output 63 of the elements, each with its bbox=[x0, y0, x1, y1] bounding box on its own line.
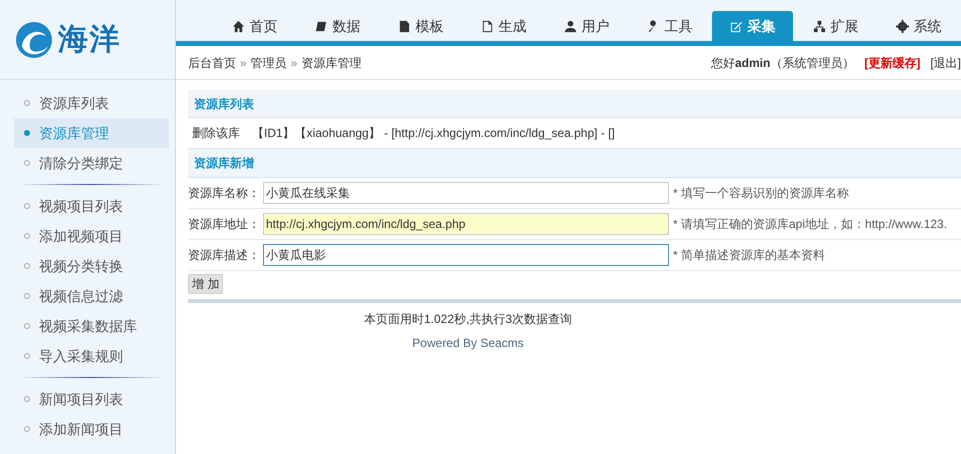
footer-text: 本页面用时1.022秒,共执行3次数据查询 bbox=[364, 311, 572, 328]
nav-tab[interactable]: 工具 bbox=[629, 11, 710, 41]
sitemap-icon bbox=[812, 20, 826, 32]
book-icon bbox=[314, 20, 328, 32]
field-label: 资源库描述： bbox=[188, 247, 260, 264]
breadcrumb-link[interactable]: 资源库管理 bbox=[301, 54, 362, 72]
text-field[interactable]: 小黄瓜在线采集 bbox=[263, 182, 669, 204]
breadcrumb-separator: » bbox=[290, 54, 298, 72]
bullet-icon bbox=[24, 233, 30, 239]
section-title: 资源库列表 bbox=[194, 96, 254, 112]
bullet-icon bbox=[24, 353, 30, 359]
user-icon bbox=[564, 20, 576, 32]
sidebar-item[interactable]: 添加视频项目 bbox=[14, 221, 169, 251]
sidebar-item[interactable]: 清除分类绑定 bbox=[14, 148, 169, 178]
source-entry: 【ID1】【xiaohuangg】 - [http://cj.xhgcjym.com/inc/ldg_sea.php] - [] bbox=[252, 125, 615, 142]
bullet-icon bbox=[24, 203, 30, 209]
bullet-icon bbox=[24, 293, 30, 299]
nav-tab[interactable]: 扩展 bbox=[795, 11, 876, 41]
refresh-cache-link[interactable]: [更新缓存] bbox=[864, 54, 920, 72]
nav-tab[interactable]: 生成 bbox=[463, 11, 544, 41]
bullet-icon bbox=[24, 323, 30, 329]
sidebar-item[interactable]: 资源库列表 bbox=[14, 88, 169, 118]
logout-link[interactable]: [退出] bbox=[930, 54, 961, 72]
text-field[interactable]: http://cj.xhgcjym.com/inc/ldg_sea.php bbox=[263, 213, 669, 235]
sidebar-item[interactable]: 视频信息过滤 bbox=[14, 281, 169, 311]
nav-tab[interactable]: 用户 bbox=[546, 11, 627, 41]
bullet-icon bbox=[24, 160, 30, 166]
breadcrumb-link[interactable]: 后台首页 bbox=[188, 54, 236, 72]
file-outline-icon bbox=[480, 20, 494, 32]
breadcrumb-link[interactable]: 管理员 bbox=[250, 54, 287, 72]
nav-tab[interactable]: 采集 bbox=[712, 11, 793, 41]
logo-icon bbox=[14, 20, 54, 60]
nav-tab[interactable]: 首页 bbox=[214, 11, 295, 41]
bullet-icon bbox=[24, 426, 30, 432]
text-field[interactable]: 小黄瓜电影 bbox=[263, 244, 669, 266]
breadcrumb-separator: » bbox=[240, 54, 247, 72]
bullet-icon bbox=[24, 130, 30, 136]
field-hint: * 填写一个容易识别的资源库名称 bbox=[673, 185, 850, 202]
delete-link[interactable]: 删除该库 bbox=[192, 124, 240, 142]
home-icon bbox=[232, 20, 244, 32]
nav-tab[interactable]: 模板 bbox=[380, 11, 461, 41]
bullet-icon bbox=[24, 100, 30, 106]
add-button[interactable]: 增 加 bbox=[188, 274, 224, 294]
sidebar-item[interactable]: 视频分类转换 bbox=[14, 251, 169, 281]
sidebar-item[interactable]: 新闻项目列表 bbox=[14, 384, 169, 414]
logo-text: 海洋 bbox=[58, 22, 121, 58]
sidebar-item[interactable]: 导入采集规则 bbox=[14, 341, 169, 371]
sidebar-item[interactable]: 添加新闻项目 bbox=[14, 414, 169, 444]
field-label: 资源库地址： bbox=[188, 216, 260, 233]
field-hint: * 请填写正确的资源库api地址，如：http://www.123. bbox=[673, 216, 948, 233]
field-hint: * 简单描述资源库的基本资料 bbox=[673, 247, 826, 264]
bullet-icon bbox=[24, 396, 30, 402]
edit-icon bbox=[730, 20, 742, 32]
sidebar-item[interactable]: 视频采集数据库 bbox=[14, 311, 169, 341]
bullet-icon bbox=[24, 263, 30, 269]
section-title: 资源库新增 bbox=[194, 155, 254, 172]
file-icon bbox=[398, 20, 410, 32]
nav-tab[interactable]: 数据 bbox=[297, 11, 378, 41]
sidebar-item[interactable]: 视频项目列表 bbox=[14, 191, 169, 221]
nav-tab[interactable]: 系统 bbox=[878, 11, 959, 41]
greeting-text: 您好admin（系统管理员） bbox=[710, 54, 854, 72]
powered-by-text: Powered By Seacms bbox=[412, 335, 524, 352]
field-label: 资源库名称： bbox=[188, 185, 260, 202]
